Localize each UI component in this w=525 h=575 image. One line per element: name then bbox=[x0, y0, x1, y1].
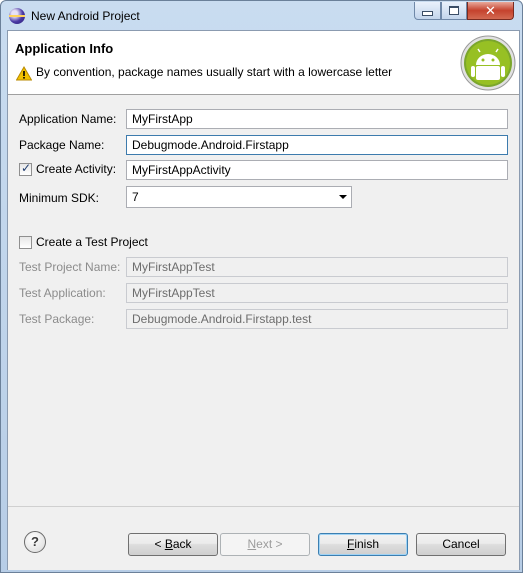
window-title: New Android Project bbox=[31, 9, 140, 23]
test-package-label: Test Package: bbox=[19, 312, 95, 326]
create-activity-checkbox[interactable] bbox=[19, 161, 32, 176]
header-message: By convention, package names usually sta… bbox=[36, 65, 393, 79]
chevron-down-icon[interactable] bbox=[339, 195, 347, 199]
test-package-field[interactable]: Debugmode.Android.Firstapp.test bbox=[126, 309, 508, 329]
wizard-footer: ? < Back Next > Finish Cancel bbox=[8, 506, 519, 570]
finish-button-label: inish bbox=[354, 537, 380, 551]
back-button-prefix: < bbox=[154, 537, 165, 551]
test-project-name-field[interactable]: MyFirstAppTest bbox=[126, 257, 508, 277]
dialog-window: New Android Project ✕ Application Info B… bbox=[0, 0, 523, 573]
next-button-mnemonic: N bbox=[247, 537, 257, 551]
wizard-header: Application Info By convention, package … bbox=[8, 31, 519, 95]
back-button-label: ack bbox=[172, 537, 192, 551]
create-activity-label[interactable]: Create Activity: bbox=[36, 162, 116, 176]
maximize-icon bbox=[449, 6, 459, 15]
next-button[interactable]: Next > bbox=[220, 533, 310, 556]
maximize-button[interactable] bbox=[441, 2, 467, 20]
help-icon: ? bbox=[31, 534, 39, 549]
minimize-button[interactable] bbox=[414, 2, 441, 20]
eclipse-app-icon bbox=[9, 8, 25, 24]
close-icon: ✕ bbox=[485, 2, 496, 18]
warning-icon bbox=[16, 66, 32, 81]
package-name-field[interactable]: Debugmode.Android.Firstapp bbox=[126, 135, 508, 155]
activity-name-field[interactable]: MyFirstAppActivity bbox=[126, 160, 508, 180]
create-test-project-label[interactable]: Create a Test Project bbox=[36, 235, 148, 249]
close-button[interactable]: ✕ bbox=[467, 2, 514, 20]
help-button[interactable]: ? bbox=[24, 531, 46, 553]
page-title: Application Info bbox=[15, 41, 114, 56]
minimum-sdk-value: 7 bbox=[132, 190, 139, 204]
minimize-icon bbox=[422, 11, 433, 16]
minimum-sdk-select[interactable]: 7 bbox=[126, 186, 352, 208]
package-name-label: Package Name: bbox=[19, 138, 105, 152]
minimum-sdk-label: Minimum SDK: bbox=[19, 191, 100, 205]
application-name-label: Application Name: bbox=[19, 112, 117, 126]
finish-button[interactable]: Finish bbox=[318, 533, 408, 556]
next-button-label: ext > bbox=[256, 537, 283, 551]
wizard-content: Application Name: MyFirstApp Package Nam… bbox=[8, 95, 519, 506]
test-application-label: Test Application: bbox=[19, 286, 106, 300]
test-project-name-label: Test Project Name: bbox=[19, 260, 121, 274]
test-application-field[interactable]: MyFirstAppTest bbox=[126, 283, 508, 303]
dialog-client-area: Application Info By convention, package … bbox=[7, 30, 520, 570]
back-button[interactable]: < Back bbox=[128, 533, 218, 556]
create-test-project-checkbox[interactable] bbox=[19, 236, 32, 249]
back-button-mnemonic: B bbox=[164, 537, 173, 551]
application-name-field[interactable]: MyFirstApp bbox=[126, 109, 508, 129]
title-bar[interactable]: New Android Project ✕ bbox=[1, 1, 524, 31]
android-logo bbox=[460, 35, 516, 91]
cancel-button[interactable]: Cancel bbox=[416, 533, 506, 556]
